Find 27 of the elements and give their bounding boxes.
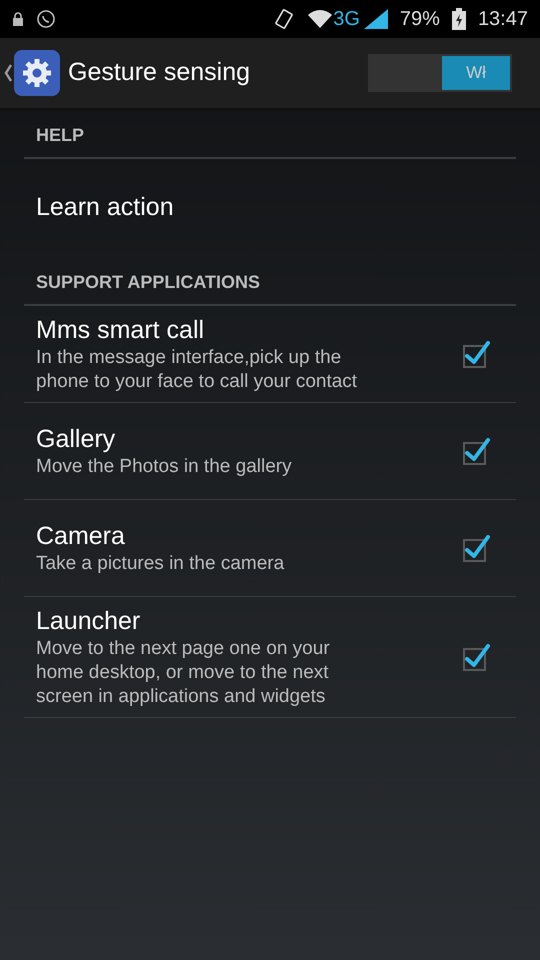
screen-title: Gesture sensing (68, 57, 252, 88)
item-summary: Move to the next page one on your home desktop, or move to the next screen in applications and widgets (36, 637, 331, 709)
battery-icon (452, 8, 466, 30)
settings-icon[interactable] (14, 50, 60, 96)
checkbox[interactable] (462, 533, 492, 563)
item-title[interactable]: Camera (36, 520, 462, 552)
list-item[interactable]: Learn action (24, 159, 516, 257)
signal-icon (364, 9, 388, 29)
checkbox[interactable] (462, 642, 492, 672)
switch-label: Wł (442, 56, 510, 90)
wifi-icon (307, 9, 334, 29)
section-header: SUPPORT APPLICATIONS (24, 257, 516, 306)
lock-icon (12, 12, 24, 26)
vibrate-icon (273, 8, 296, 30)
network-type: 3G (333, 7, 360, 32)
checkbox[interactable] (462, 339, 492, 369)
battery-percentage: 79% (400, 7, 440, 32)
item-summary: In the message interface,pick up the phone to your face to call your contact (36, 346, 358, 394)
item-summary: Take a pictures in the camera (36, 552, 286, 576)
item-title[interactable]: Launcher (36, 605, 462, 637)
item-title[interactable]: Mms smart call (36, 314, 462, 346)
back-caret-icon[interactable] (4, 64, 12, 82)
item-summary: Move the Photos in the gallery (36, 455, 293, 479)
clock: 13:47 (478, 7, 528, 32)
item-title[interactable]: Gallery (36, 423, 462, 455)
section-header: HELP (24, 110, 516, 159)
checkbox[interactable] (462, 436, 492, 466)
